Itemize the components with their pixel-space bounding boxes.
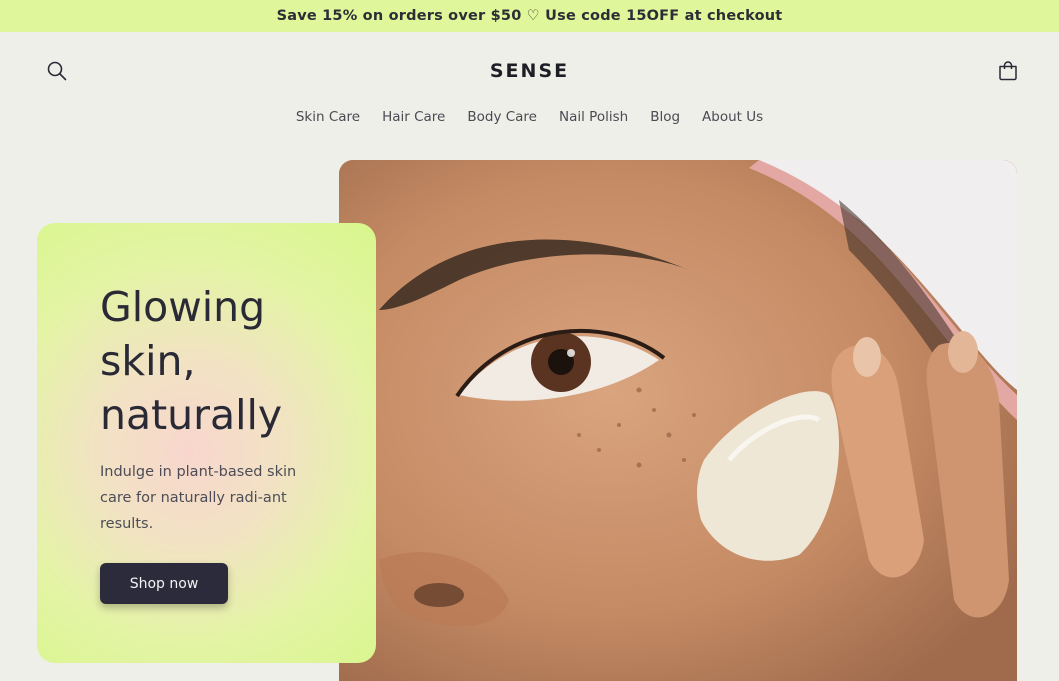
- main-nav: Skin Care Hair Care Body Care Nail Polis…: [0, 109, 1059, 125]
- hero-subtext: Indulge in plant-based skin care for nat…: [100, 464, 297, 532]
- cart-button[interactable]: [996, 59, 1020, 83]
- announcement-text: Save 15% on orders over $50 ♡ Use code 1…: [276, 8, 783, 24]
- announcement-bar: Save 15% on orders over $50 ♡ Use code 1…: [0, 0, 1059, 32]
- hero-image: [339, 160, 1017, 681]
- site-header: SENSE: [0, 32, 1059, 108]
- bag-icon: [999, 61, 1017, 81]
- shop-now-button[interactable]: Shop now: [100, 563, 228, 604]
- hero-photo-illustration: [339, 160, 1017, 681]
- nav-item-blog[interactable]: Blog: [650, 109, 680, 125]
- nav-item-about-us[interactable]: About Us: [702, 109, 763, 125]
- nav-item-skin-care[interactable]: Skin Care: [296, 109, 360, 125]
- site-logo[interactable]: SENSE: [0, 60, 1059, 82]
- hero-headline: Glowing skin, naturally: [100, 283, 283, 439]
- nav-item-body-care[interactable]: Body Care: [467, 109, 537, 125]
- nav-item-hair-care[interactable]: Hair Care: [382, 109, 445, 125]
- nav-item-nail-polish[interactable]: Nail Polish: [559, 109, 628, 125]
